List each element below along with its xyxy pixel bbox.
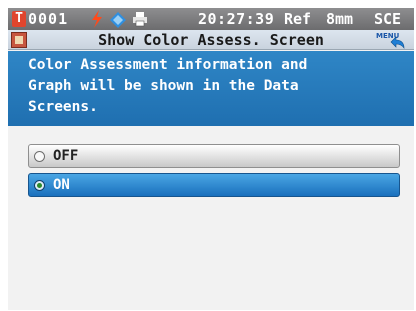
- option-on-label: ON: [53, 177, 70, 193]
- option-list: OFF ON: [8, 126, 414, 310]
- option-off-label: OFF: [53, 148, 79, 164]
- clock-time: 20:27:39: [198, 10, 275, 28]
- radio-on[interactable]: [34, 180, 45, 191]
- option-off[interactable]: OFF: [28, 144, 400, 168]
- status-bar: T 0001 20:27:39 Ref 8mm SCE: [8, 8, 414, 30]
- sample-number: 0001: [28, 10, 69, 28]
- printer-icon: [133, 12, 147, 27]
- battery-bolt-icon: [92, 10, 102, 28]
- bluetooth-diamond-icon: [110, 12, 126, 28]
- sample-badge: T: [12, 11, 26, 27]
- reference-label: Ref: [284, 10, 312, 28]
- info-message-text: Color Assessment information and Graph w…: [28, 57, 308, 115]
- radio-selected-dot: [37, 183, 42, 188]
- aperture-size: 8mm: [326, 10, 354, 28]
- radio-off[interactable]: [34, 151, 45, 162]
- return-arrow-icon: [390, 36, 405, 49]
- option-on[interactable]: ON: [28, 173, 400, 197]
- info-message: Color Assessment information and Graph w…: [8, 51, 414, 126]
- measurement-mode: SCE: [374, 10, 402, 28]
- menu-back-button[interactable]: MENU: [376, 32, 408, 50]
- title-bar: Show Color Assess. Screen MENU: [8, 30, 414, 50]
- device-screen: T 0001 20:27:39 Ref 8mm SCE Show Color A…: [8, 8, 414, 310]
- page-title: Show Color Assess. Screen: [98, 31, 324, 49]
